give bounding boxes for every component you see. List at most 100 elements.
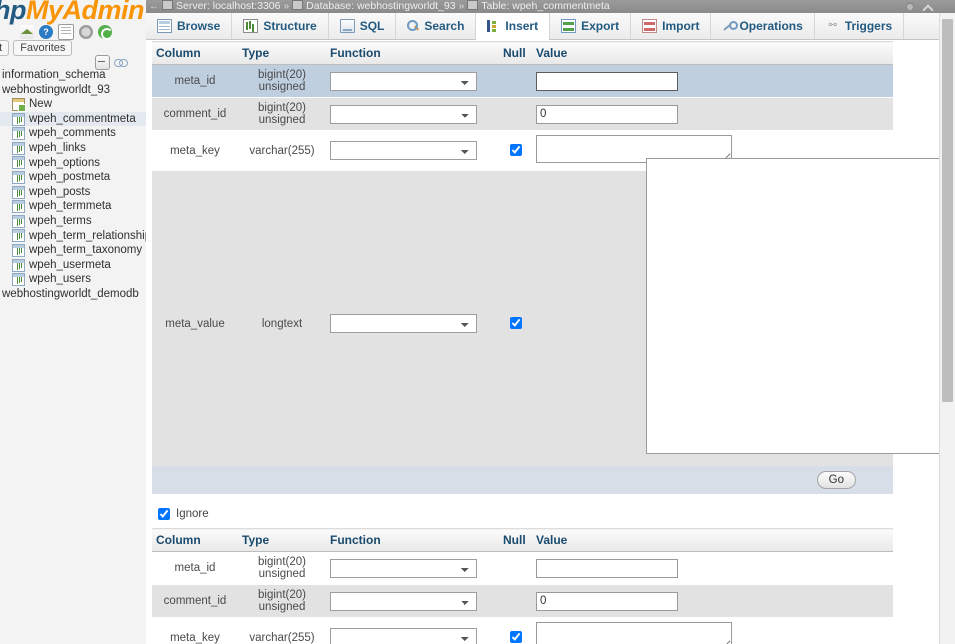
function-select[interactable]	[330, 72, 477, 91]
tree-item-wpeh-users[interactable]: wpeh_users	[0, 272, 146, 287]
tab-import[interactable]: Import	[631, 13, 711, 39]
home-icon[interactable]	[20, 25, 34, 39]
tab-export[interactable]: Export	[550, 13, 631, 39]
table-row: meta_idbigint(20) unsigned	[152, 552, 893, 585]
null-checkbox[interactable]	[510, 317, 522, 329]
insert-table-bottom: ColumnTypeFunctionNullValuemeta_idbigint…	[152, 528, 893, 644]
tree-item-label: wpeh_term_taxonomy	[29, 243, 142, 258]
tree-item-wpeh-posts[interactable]: wpeh_posts	[0, 185, 146, 200]
main-pane: ← Server: localhost:3306 » Database: webh…	[146, 0, 955, 644]
scroll-up-arrow-icon[interactable]	[945, 8, 953, 13]
logo-text-myadmin: MyAdmin	[26, 0, 144, 25]
null-checkbox[interactable]	[510, 631, 522, 643]
null-checkbox[interactable]	[510, 144, 522, 156]
value-input[interactable]	[536, 592, 678, 611]
cell-null	[499, 98, 532, 131]
function-select[interactable]	[330, 628, 477, 644]
docs-icon[interactable]	[58, 24, 74, 40]
tree-item-webhostingworldt-demodb[interactable]: webhostingworldt_demodb	[0, 287, 146, 302]
tab-favorites[interactable]: Favorites	[13, 40, 72, 56]
ignore-checkbox[interactable]	[158, 508, 170, 520]
breadcrumb-database[interactable]: Database: webhostingworldt_93	[306, 0, 455, 12]
main-tab-bar: BrowseStructureSQLSearchInsertExport Impo…	[146, 13, 955, 40]
ignore-row: Ignore	[158, 508, 209, 520]
function-select[interactable]	[330, 105, 477, 124]
sql-icon	[340, 19, 355, 33]
database-icon	[292, 0, 303, 10]
cell-column-type: bigint(20) unsigned	[238, 585, 326, 618]
vertical-scrollbar[interactable]	[939, 13, 955, 644]
cell-column-name: meta_value	[152, 171, 238, 477]
cell-column-type: bigint(20) unsigned	[238, 98, 326, 131]
tree-item-label: webhostingworldt_demodb	[2, 287, 139, 302]
cell-value	[532, 552, 893, 585]
value-input[interactable]	[536, 72, 678, 91]
table-row: meta_idbigint(20) unsigned	[152, 65, 893, 98]
tree-item-New[interactable]: New	[0, 97, 146, 112]
tab-label: Import	[662, 19, 699, 33]
tree-item-label: wpeh_links	[29, 141, 86, 156]
server-icon	[162, 0, 173, 10]
tree-item-wpeh-comments[interactable]: wpeh_comments	[0, 126, 146, 141]
function-select[interactable]	[330, 314, 477, 333]
tab-structure[interactable]: Structure	[232, 13, 328, 39]
gear-icon[interactable]	[905, 2, 915, 12]
tab-search[interactable]: Search	[396, 13, 476, 39]
back-icon[interactable]: ←	[146, 0, 162, 13]
table-icon	[12, 244, 25, 257]
value-input[interactable]	[536, 105, 678, 124]
cell-null	[499, 171, 532, 477]
scrollbar-thumb[interactable]	[942, 19, 953, 402]
tree-item-wpeh-usermeta[interactable]: wpeh_usermeta	[0, 258, 146, 273]
tree-item-label: wpeh_commentmeta	[29, 112, 136, 127]
cell-function	[326, 585, 499, 618]
tree-item-label: wpeh_term_relationships	[29, 229, 147, 244]
header-column: Column	[152, 42, 238, 65]
function-select[interactable]	[330, 559, 477, 578]
settings-icon[interactable]	[79, 25, 93, 39]
tree-item-webhostingworldt-93[interactable]: webhostingworldt_93	[0, 83, 146, 98]
value-textarea[interactable]	[536, 622, 732, 644]
reload-icon[interactable]	[98, 25, 112, 39]
collapse-icon[interactable]	[923, 2, 933, 12]
table-icon	[12, 186, 25, 199]
help-icon[interactable]: ?	[39, 25, 53, 39]
table-icon	[12, 229, 25, 242]
tree-item-wpeh-commentmeta[interactable]: wpeh_commentmeta	[0, 112, 146, 127]
tab-browse[interactable]: Browse	[146, 13, 232, 39]
tree-item-wpeh-terms[interactable]: wpeh_terms	[0, 214, 146, 229]
table-icon	[12, 156, 25, 169]
tab-recent[interactable]: nt	[0, 40, 9, 56]
tree-item-wpeh-options[interactable]: wpeh_options	[0, 156, 146, 171]
breadcrumb-table[interactable]: Table: wpeh_commentmeta	[481, 0, 609, 12]
ignore-label: Ignore	[176, 508, 209, 520]
table-icon	[12, 259, 25, 272]
meta-value-textarea[interactable]	[646, 158, 955, 454]
cell-column-name: comment_id	[152, 585, 238, 618]
tab-insert[interactable]: Insert	[476, 13, 550, 39]
header-type: Type	[238, 529, 326, 552]
tab-operations[interactable]: Operations	[711, 13, 814, 39]
tab-label: Operations	[739, 19, 802, 33]
breadcrumb-server[interactable]: Server: localhost:3306	[176, 0, 280, 12]
function-select[interactable]	[330, 592, 477, 611]
sidebar: phpMyAdmin ? nt Favorites information_sc…	[0, 0, 147, 644]
tree-item-wpeh-term-taxonomy[interactable]: wpeh_term_taxonomy	[0, 243, 146, 258]
go-button[interactable]: Go	[817, 471, 856, 489]
value-input[interactable]	[536, 559, 678, 578]
function-select[interactable]	[330, 141, 477, 160]
tree-item-information-schema[interactable]: information_schema	[0, 68, 146, 83]
tree-item-wpeh-term-relationships[interactable]: wpeh_term_relationships	[0, 229, 146, 244]
tree-item-label: wpeh_comments	[29, 126, 116, 141]
tab-sql[interactable]: SQL	[329, 13, 397, 39]
tree-item-wpeh-termmeta[interactable]: wpeh_termmeta	[0, 199, 146, 214]
database-tree: information_schemawebhostingworldt_93New…	[0, 68, 146, 302]
tree-item-wpeh-postmeta[interactable]: wpeh_postmeta	[0, 170, 146, 185]
phpmyadmin-logo[interactable]: phpMyAdmin	[0, 0, 144, 26]
tree-item-wpeh-links[interactable]: wpeh_links	[0, 141, 146, 156]
tab-triggers[interactable]: ⚯Triggers	[815, 13, 904, 39]
link-tables-icon[interactable]	[114, 58, 128, 67]
cell-value	[532, 65, 893, 98]
insert-icon	[487, 20, 500, 32]
breadcrumb-sep-2: »	[459, 0, 465, 12]
